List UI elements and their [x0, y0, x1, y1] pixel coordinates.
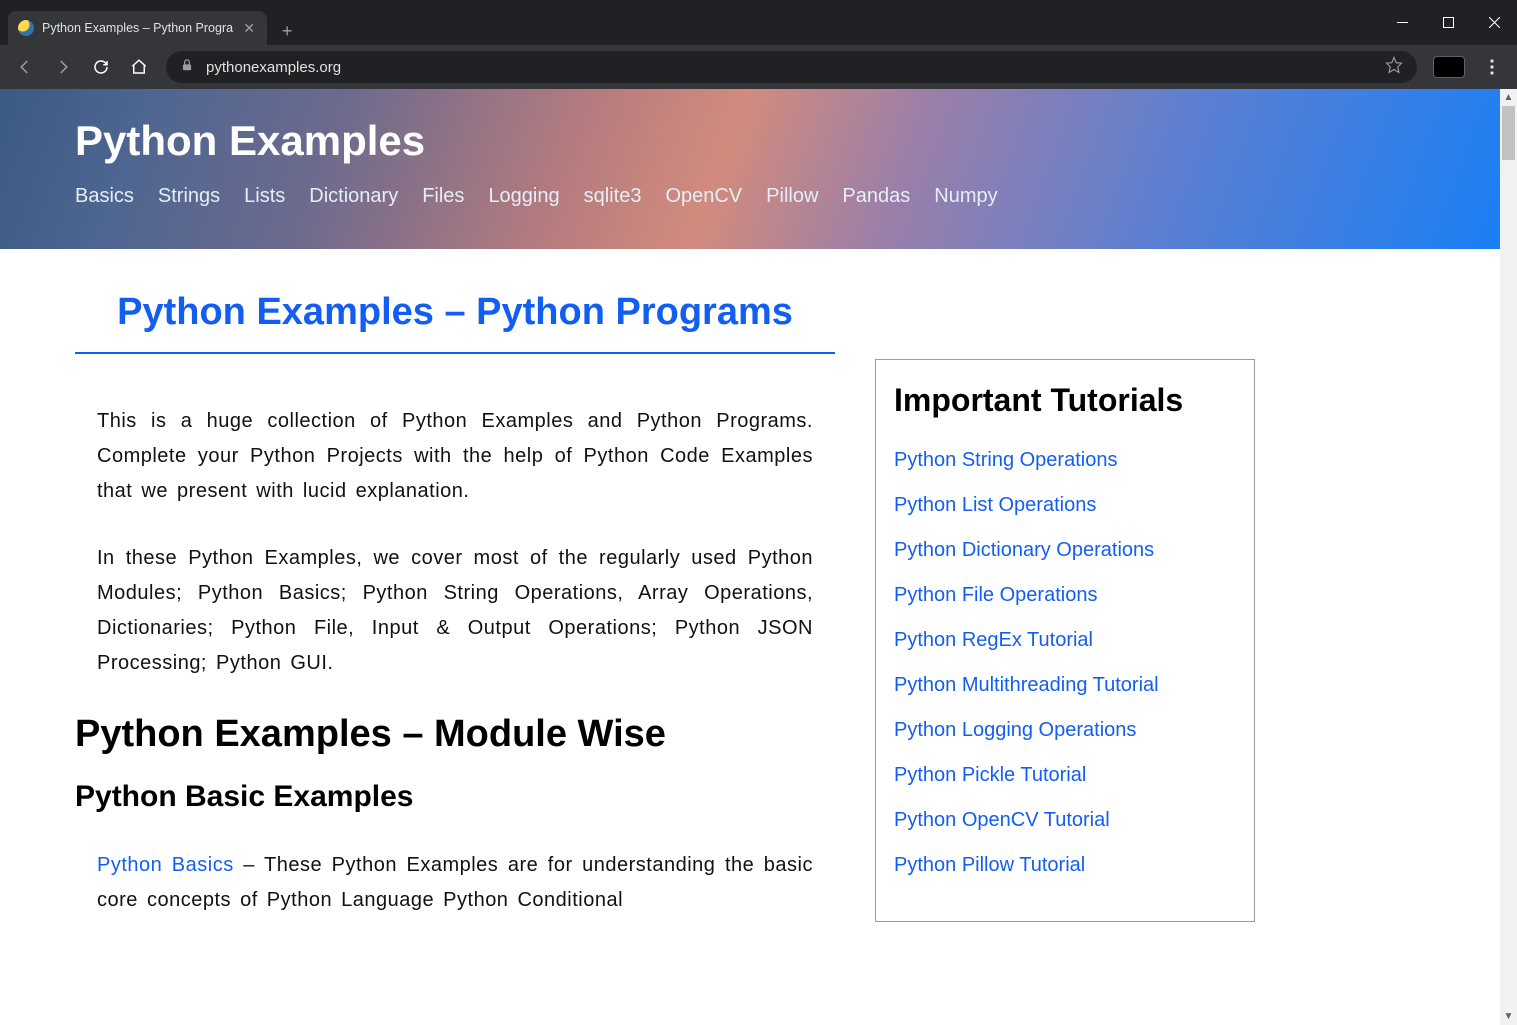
site-title: Python Examples: [75, 117, 1500, 165]
nav-link-numpy[interactable]: Numpy: [934, 185, 997, 208]
close-window-button[interactable]: [1471, 0, 1517, 45]
browser-tab[interactable]: Python Examples – Python Progra ✕: [8, 11, 267, 45]
page-title: Python Examples – Python Programs: [75, 291, 835, 354]
home-button[interactable]: [122, 50, 156, 84]
tab-close-icon[interactable]: ✕: [241, 20, 257, 37]
maximize-button[interactable]: [1425, 0, 1471, 45]
sidebar-link[interactable]: Python Multithreading Tutorial: [894, 674, 1236, 697]
sidebar-link[interactable]: Python List Operations: [894, 494, 1236, 517]
minimize-button[interactable]: [1379, 0, 1425, 45]
back-button[interactable]: [8, 50, 42, 84]
important-tutorials-box: Important Tutorials Python String Operat…: [875, 359, 1255, 922]
window-titlebar: Python Examples – Python Progra ✕ +: [0, 0, 1517, 45]
basics-paragraph: Python Basics – These Python Examples ar…: [75, 848, 835, 918]
site-header: Python Examples Basics Strings Lists Dic…: [0, 89, 1500, 249]
python-basics-link[interactable]: Python Basics: [97, 854, 234, 876]
python-favicon-icon: [18, 20, 34, 36]
article: Python Examples – Python Programs This i…: [75, 291, 835, 950]
sidebar-link[interactable]: Python String Operations: [894, 449, 1236, 472]
sidebar-heading: Important Tutorials: [894, 382, 1236, 419]
forward-button[interactable]: [46, 50, 80, 84]
nav-link-opencv[interactable]: OpenCV: [665, 185, 742, 208]
nav-link-sqlite3[interactable]: sqlite3: [584, 185, 642, 208]
url-text: pythonexamples.org: [206, 59, 1373, 76]
lock-icon: [180, 58, 194, 76]
browser-toolbar: pythonexamples.org: [0, 45, 1517, 89]
window-controls: [1379, 0, 1517, 45]
intro-paragraph-1: This is a huge collection of Python Exam…: [75, 404, 835, 509]
bookmark-star-icon[interactable]: [1385, 56, 1403, 78]
nav-link-strings[interactable]: Strings: [158, 185, 220, 208]
reload-button[interactable]: [84, 50, 118, 84]
subsection-heading: Python Basic Examples: [75, 780, 835, 814]
sidebar-link[interactable]: Python Pickle Tutorial: [894, 764, 1236, 787]
section-heading: Python Examples – Module Wise: [75, 713, 835, 756]
nav-link-logging[interactable]: Logging: [488, 185, 559, 208]
page-viewport: Python Examples Basics Strings Lists Dic…: [0, 89, 1517, 1025]
nav-link-files[interactable]: Files: [422, 185, 464, 208]
intro-paragraph-2: In these Python Examples, we cover most …: [75, 541, 835, 681]
sidebar-link[interactable]: Python OpenCV Tutorial: [894, 809, 1236, 832]
sidebar-link[interactable]: Python Pillow Tutorial: [894, 854, 1236, 877]
tab-strip: Python Examples – Python Progra ✕ +: [0, 0, 301, 45]
scrollbar-thumb[interactable]: [1502, 106, 1515, 160]
scroll-down-arrow-icon[interactable]: ▼: [1500, 1008, 1517, 1025]
browser-menu-button[interactable]: [1475, 50, 1509, 84]
main-area: Python Examples – Python Programs This i…: [0, 249, 1500, 950]
new-tab-button[interactable]: +: [273, 17, 301, 45]
nav-link-pandas[interactable]: Pandas: [842, 185, 910, 208]
page-content: Python Examples Basics Strings Lists Dic…: [0, 89, 1500, 1025]
sidebar-link[interactable]: Python Logging Operations: [894, 719, 1236, 742]
profile-avatar[interactable]: [1433, 56, 1465, 78]
sidebar: Important Tutorials Python String Operat…: [875, 359, 1255, 950]
address-bar[interactable]: pythonexamples.org: [166, 51, 1417, 83]
nav-link-pillow[interactable]: Pillow: [766, 185, 818, 208]
site-nav: Basics Strings Lists Dictionary Files Lo…: [75, 185, 1500, 208]
tab-title: Python Examples – Python Progra: [42, 21, 233, 35]
nav-link-dictionary[interactable]: Dictionary: [309, 185, 398, 208]
sidebar-link[interactable]: Python RegEx Tutorial: [894, 629, 1236, 652]
vertical-scrollbar[interactable]: ▲ ▼: [1500, 89, 1517, 1025]
sidebar-link[interactable]: Python File Operations: [894, 584, 1236, 607]
nav-link-basics[interactable]: Basics: [75, 185, 134, 208]
scroll-up-arrow-icon[interactable]: ▲: [1500, 89, 1517, 106]
sidebar-link[interactable]: Python Dictionary Operations: [894, 539, 1236, 562]
nav-link-lists[interactable]: Lists: [244, 185, 285, 208]
